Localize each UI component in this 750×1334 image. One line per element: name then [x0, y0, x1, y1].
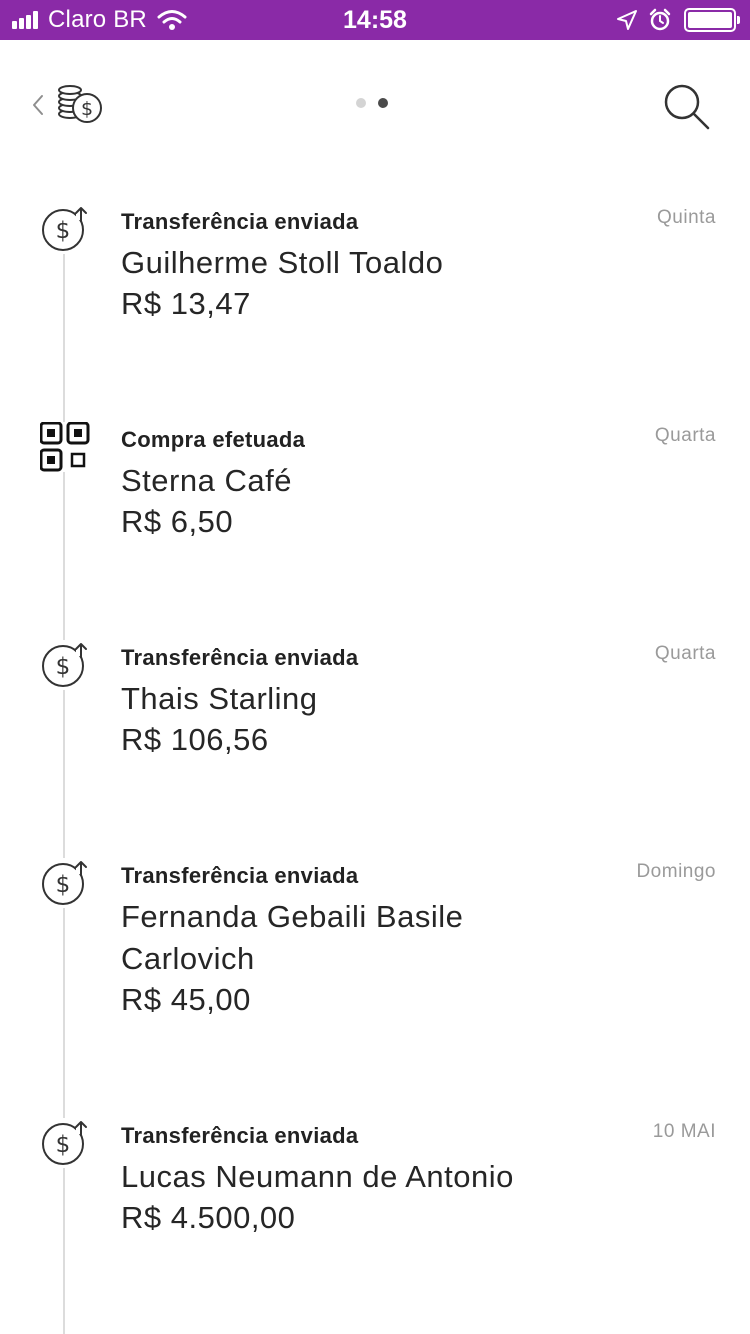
transaction-recipient: Fernanda Gebaili Basile Carlovich	[121, 899, 464, 976]
svg-text:$: $	[56, 1132, 71, 1158]
page-indicator	[356, 98, 400, 108]
coins-dollar-icon[interactable]: $	[54, 80, 106, 128]
status-left: Claro BR	[12, 0, 187, 40]
svg-text:$: $	[56, 872, 71, 898]
qr-code-icon	[40, 422, 90, 472]
svg-text:$: $	[81, 98, 93, 120]
svg-text:$: $	[56, 654, 71, 680]
transfer-dollar-icon: $	[40, 204, 90, 254]
transaction-date: 10 MAI	[652, 1121, 716, 1142]
page-dot-1[interactable]	[356, 98, 366, 108]
transaction-amount: R$ 13,47	[121, 286, 251, 321]
transaction-type: Transferência enviada	[121, 645, 359, 670]
transaction-date: Domingo	[636, 861, 716, 882]
transaction-date: Quinta	[657, 207, 716, 228]
status-right	[606, 0, 740, 40]
page-dot-2[interactable]	[378, 98, 388, 108]
transaction-type: Transferência enviada	[121, 863, 359, 888]
wifi-icon	[157, 10, 187, 30]
transaction-amount: R$ 4.500,00	[121, 1200, 296, 1235]
transaction-type: Compra efetuada	[121, 427, 306, 452]
transaction-amount: R$ 45,00	[121, 982, 251, 1017]
timeline-line	[63, 250, 65, 1334]
svg-text:$: $	[56, 218, 71, 244]
transaction-recipient: Lucas Neumann de Antonio	[121, 1159, 514, 1194]
transaction-recipient: Guilherme Stoll Toaldo	[121, 245, 444, 280]
transaction-amount: R$ 6,50	[121, 504, 234, 539]
transaction-amount: R$ 106,56	[121, 722, 269, 757]
chevron-left-icon[interactable]	[28, 88, 50, 122]
transaction-date: Quarta	[654, 425, 716, 446]
search-icon[interactable]	[660, 80, 712, 132]
transfer-dollar-icon: $	[40, 1118, 90, 1168]
status-bar: Claro BR 14:58	[0, 0, 750, 40]
transaction-type: Transferência enviada	[121, 1123, 359, 1148]
transaction-recipient: Thais Starling	[121, 681, 318, 716]
transfer-dollar-icon: $	[40, 858, 90, 908]
battery-icon	[684, 8, 740, 32]
transaction-type: Transferência enviada	[121, 209, 359, 234]
transaction-merchant: Sterna Café	[121, 463, 292, 498]
transfer-dollar-icon: $	[40, 640, 90, 690]
carrier-name: Claro BR	[48, 6, 147, 33]
location-arrow-icon	[617, 10, 637, 30]
transaction-date: Quarta	[654, 643, 716, 664]
header: $	[0, 40, 750, 170]
signal-strength-icon	[12, 11, 40, 29]
alarm-icon	[649, 8, 671, 31]
